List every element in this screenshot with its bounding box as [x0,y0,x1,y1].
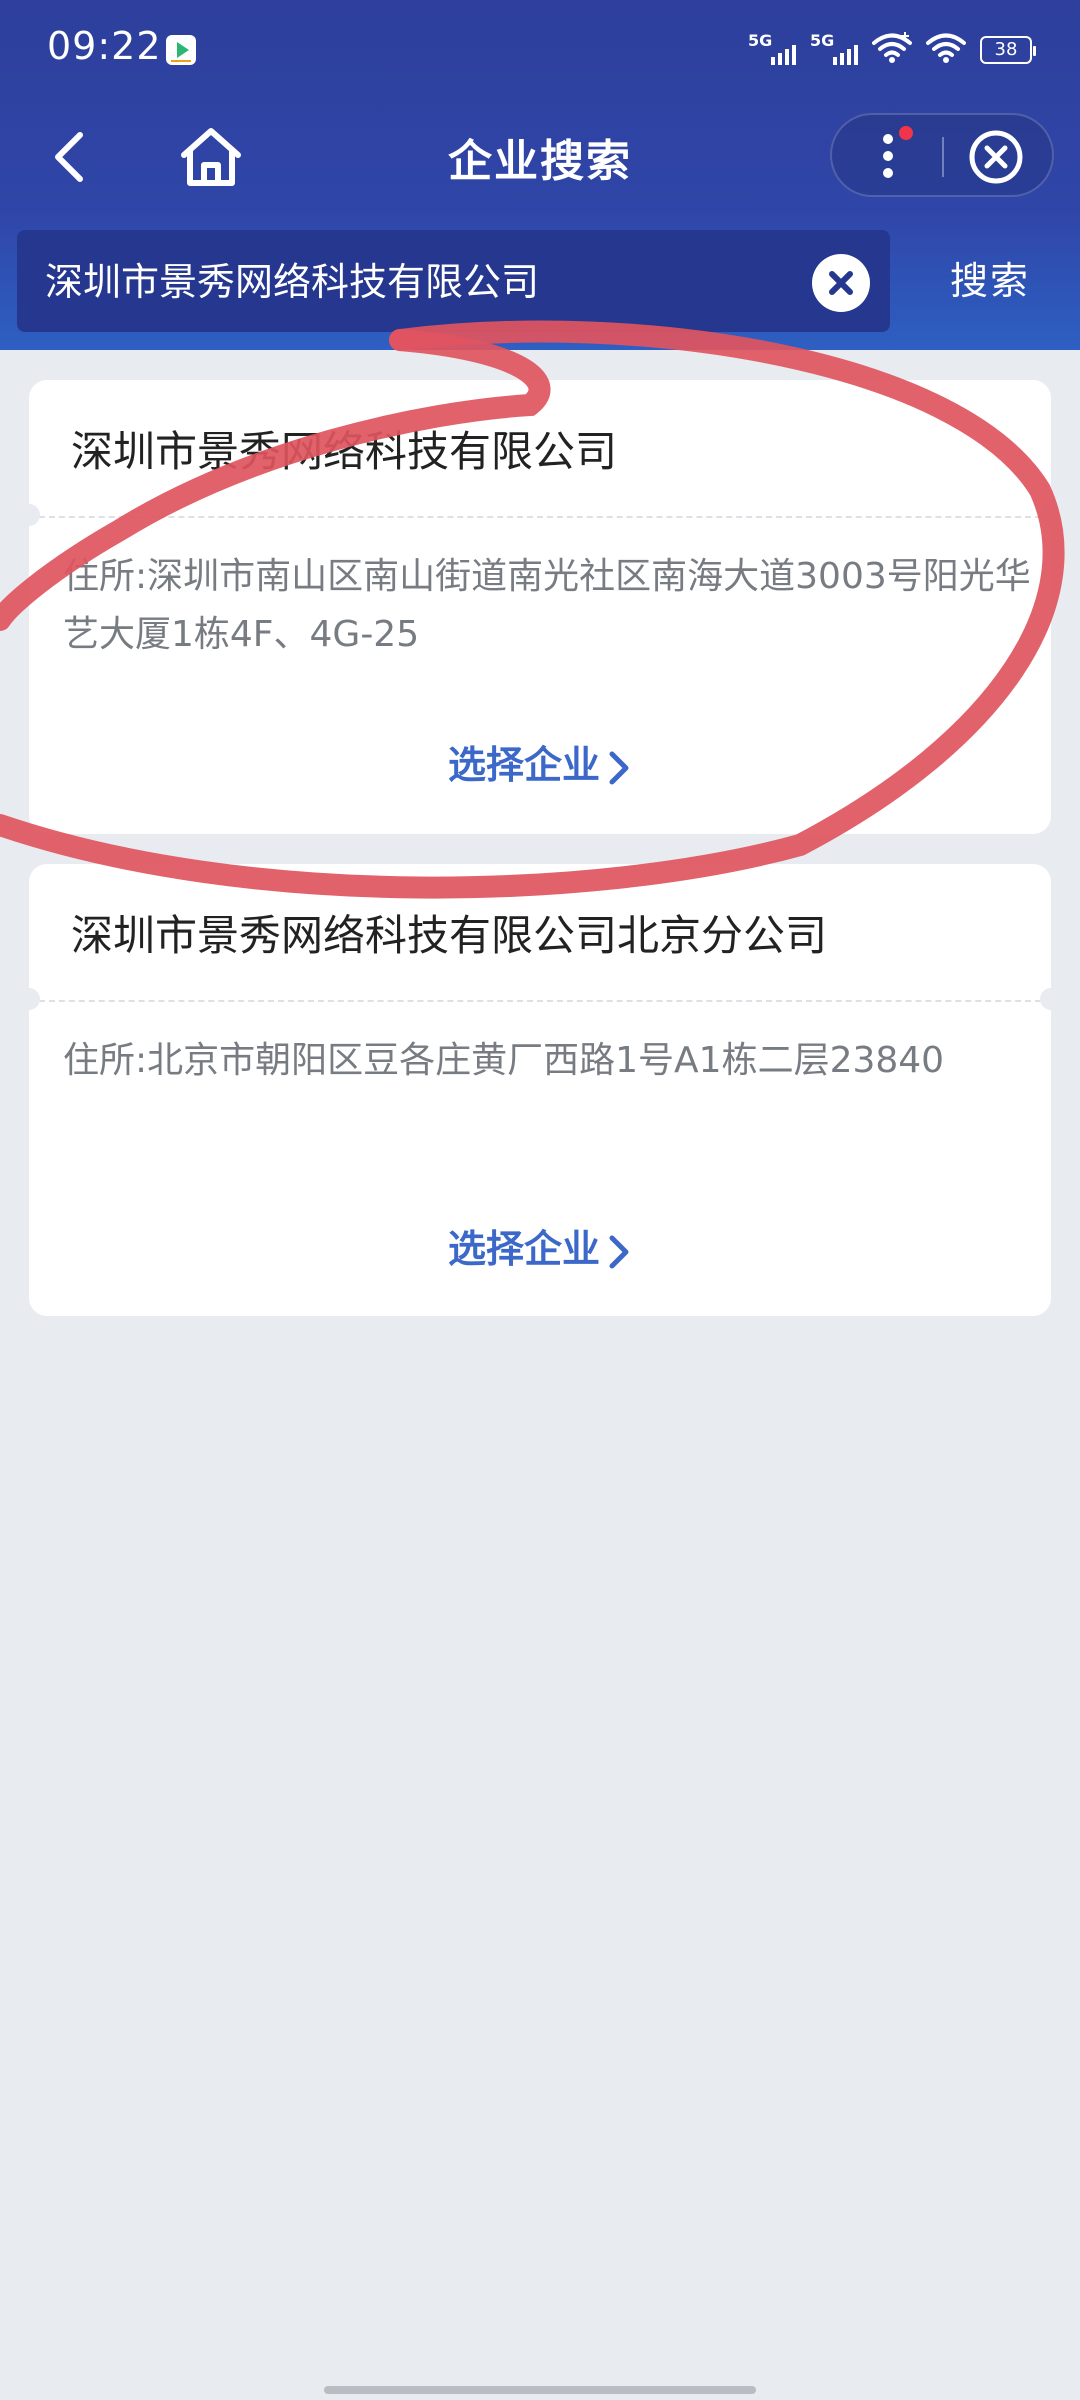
capsule-divider [942,137,944,177]
signal-icon: 5G [810,33,858,67]
select-company-button[interactable]: 选择企业 [29,734,1051,789]
clear-search-button[interactable] [812,254,870,312]
clear-icon [829,271,853,295]
nav-bar: 企业搜索 [0,105,1080,205]
select-company-button[interactable]: 选择企业 [29,1218,1051,1273]
signal-icon: 5G [748,33,796,67]
select-company-label: 选择企业 [447,743,600,787]
more-button[interactable] [862,125,922,187]
status-bar: 09:22 5G 5G 38 [0,0,1080,100]
card-notch [18,504,40,526]
result-list: 深圳市景秀网络科技有限公司 住所:深圳市南山区南山街道南光社区南海大道3003号… [18,380,1062,1346]
company-name: 深圳市景秀网络科技有限公司北京分公司 [71,911,828,960]
card-divider [29,516,1051,518]
header: 09:22 5G 5G 38 企业搜索 深圳市景秀网络科技有限公司 搜索 [0,0,1080,350]
wifi-icon [872,32,912,68]
search-button[interactable]: 搜索 [900,230,1080,332]
chevron-right-icon [609,751,629,784]
search-input[interactable] [45,248,795,308]
card-notch [18,988,40,1010]
chevron-right-icon [609,1235,629,1268]
wifi-icon [926,32,966,68]
company-address: 住所:深圳市南山区南山街道南光社区南海大道3003号阳光华艺大厦1栋4F、4G-… [63,556,1031,655]
card-divider [29,1000,1051,1002]
result-card: 深圳市景秀网络科技有限公司北京分公司 住所:北京市朝阳区豆各庄黄厂西路1号A1栋… [18,864,1062,1316]
card-notch [1040,988,1062,1010]
search-bar: 搜索 [0,230,1080,332]
more-dots-icon [883,126,913,178]
home-indicator[interactable] [324,2386,756,2394]
mini-program-capsule [830,113,1054,197]
select-company-label: 选择企业 [447,1227,600,1271]
close-circle-icon [969,130,1023,184]
company-name: 深圳市景秀网络科技有限公司 [71,427,618,476]
status-time: 09:22 [47,24,162,68]
card-notch [1040,504,1062,526]
network-type-label: 5G [748,31,773,50]
network-type-label: 5G [810,31,835,50]
video-app-icon [165,34,197,66]
company-address: 住所:北京市朝阳区豆各庄黄厂西路1号A1栋二层23840 [63,1040,945,1081]
status-indicators: 5G 5G 38 [748,32,1036,68]
result-card: 深圳市景秀网络科技有限公司 住所:深圳市南山区南山街道南光社区南海大道3003号… [18,380,1062,834]
search-box [17,230,890,332]
battery-icon: 38 [980,36,1036,64]
close-button[interactable] [968,129,1024,185]
